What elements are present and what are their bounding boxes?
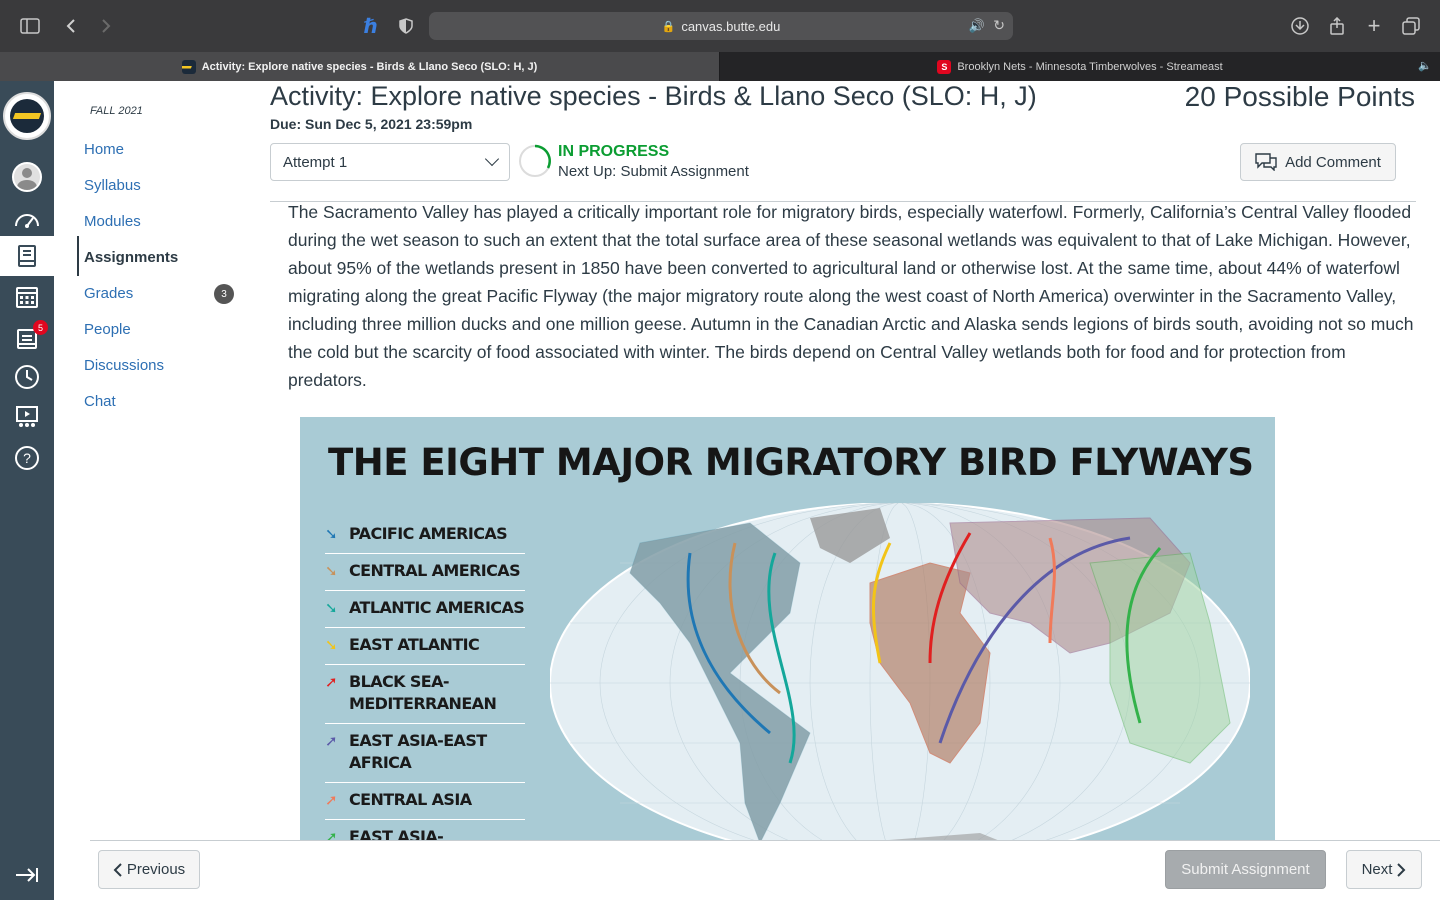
studio-icon[interactable] <box>0 397 54 437</box>
legend-item-black-sea-mediterranean: ➚ BLACK SEA- MEDITERRANEAN <box>325 665 525 724</box>
course-nav-modules[interactable]: Modules <box>84 213 141 230</box>
course-nav-home[interactable]: Home <box>84 141 124 158</box>
assignment-title: Activity: Explore native species - Birds… <box>270 81 1037 111</box>
due-date: Due: Sun Dec 5, 2021 23:59pm <box>270 116 473 132</box>
next-button[interactable]: Next <box>1346 850 1422 889</box>
arrow-icon: ➚ <box>325 791 338 809</box>
grades-badge: 3 <box>214 284 234 304</box>
legend-item-central-asia: ➚ CENTRAL ASIA <box>325 783 525 820</box>
submission-status: IN PROGRESS <box>558 143 670 160</box>
course-navigation: FALL 2021 Home Syllabus Modules Assignme… <box>54 81 254 841</box>
history-icon[interactable] <box>0 357 54 397</box>
attempt-select-value: Attempt 1 <box>283 153 348 171</box>
tab-overview-icon[interactable] <box>1397 12 1425 40</box>
help-icon[interactable]: ? <box>0 438 54 478</box>
chevron-right-icon <box>1397 862 1406 877</box>
legend-label: EAST ASIA-EAST AFRICA <box>349 731 487 772</box>
arrow-icon: ➘ <box>325 599 338 617</box>
next-up-text: Next Up: Submit Assignment <box>558 163 749 180</box>
add-comment-label: Add Comment <box>1285 153 1381 171</box>
courses-icon[interactable] <box>0 236 54 276</box>
inbox-badge: 5 <box>33 320 48 335</box>
flyway-legend: ➘ PACIFIC AMERICAS ➘ CENTRAL AMERICAS ➘ ATL… <box>325 517 525 841</box>
chevron-down-icon <box>484 151 500 167</box>
legend-label: CENTRAL AMERICAS <box>349 561 521 580</box>
possible-points: 20 Possible Points <box>1184 81 1415 112</box>
chevron-left-icon <box>113 862 122 877</box>
collapse-nav-icon[interactable] <box>0 855 54 895</box>
tab-title: Activity: Explore native species - Birds… <box>201 60 538 73</box>
url-text: canvas.butte.edu <box>681 18 781 34</box>
butte-college-logo[interactable] <box>3 92 51 140</box>
inbox-icon[interactable]: 5 <box>0 318 54 358</box>
legend-label: BLACK SEA- MEDITERRANEAN <box>349 672 497 713</box>
tab-title: Brooklyn Nets - Minnesota Timberwolves -… <box>957 60 1223 73</box>
legend-item-east-atlantic: ➘ EAST ATLANTIC <box>325 628 525 665</box>
downloads-icon[interactable] <box>1286 12 1314 40</box>
tab-bar: Activity: Explore native species - Birds… <box>0 52 1440 81</box>
legend-item-east-asia-east-africa: ➚ EAST ASIA-EAST AFRICA <box>325 724 525 783</box>
address-bar[interactable]: 🔒 canvas.butte.edu 🔊 ↻ <box>429 12 1013 40</box>
legend-item-atlantic-americas: ➘ ATLANTIC AMERICAS <box>325 591 525 628</box>
flyways-figure: THE EIGHT MAJOR MIGRATORY BIRD FLYWAYS ➘… <box>300 417 1275 841</box>
forward-icon[interactable] <box>92 12 120 40</box>
term-label: FALL 2021 <box>90 105 143 117</box>
course-nav-chat[interactable]: Chat <box>84 393 116 410</box>
figure-title: THE EIGHT MAJOR MIGRATORY BIRD FLYWAYS <box>328 441 1254 484</box>
dashboard-icon[interactable] <box>0 199 54 239</box>
course-nav-discussions[interactable]: Discussions <box>84 357 164 374</box>
legend-item-central-americas: ➘ CENTRAL AMERICAS <box>325 554 525 591</box>
legend-item-east-asia-australasia: ➚ EAST ASIA-AUSTRALASIA <box>325 820 525 841</box>
tab-audio-icon[interactable]: 🔈 <box>1418 59 1432 72</box>
previous-label: Previous <box>126 861 186 878</box>
assignment-content: Activity: Explore native species - Birds… <box>254 81 1440 841</box>
world-flyway-map <box>550 503 1250 841</box>
privacy-shield-icon[interactable] <box>392 12 420 40</box>
active-indicator <box>77 236 79 276</box>
streameast-favicon-icon: S <box>937 59 952 74</box>
share-icon[interactable] <box>1323 12 1351 40</box>
assignment-description: The Sacramento Valley has played a criti… <box>288 202 1414 390</box>
progress-ring-icon <box>519 144 551 177</box>
arrow-icon: ➚ <box>325 673 338 691</box>
attempt-select[interactable]: Attempt 1 <box>270 143 510 181</box>
course-nav-syllabus[interactable]: Syllabus <box>84 177 141 194</box>
add-comment-button[interactable]: Add Comment <box>1240 143 1396 181</box>
previous-button[interactable]: Previous <box>98 850 200 889</box>
arrow-icon: ➘ <box>325 636 338 654</box>
course-nav-assignments[interactable]: Assignments <box>84 249 178 266</box>
reload-icon[interactable]: ↻ <box>993 17 1005 34</box>
lock-icon: 🔒 <box>661 20 676 33</box>
tab-streameast[interactable]: S Brooklyn Nets - Minnesota Timberwolves… <box>720 52 1440 81</box>
browser-toolbar: ℏ 🔒 canvas.butte.edu 🔊 ↻ + <box>0 0 1440 52</box>
legend-label: PACIFIC AMERICAS <box>349 524 508 543</box>
comment-icon <box>1255 153 1277 171</box>
assignment-footer: Previous Submit Assignment Next <box>90 840 1440 900</box>
new-tab-icon[interactable]: + <box>1360 12 1388 40</box>
butte-favicon-icon <box>181 59 196 74</box>
submit-label: Submit Assignment <box>1181 861 1310 878</box>
extension-h-icon[interactable]: ℏ <box>357 12 385 40</box>
global-navigation: 5 ? <box>0 81 54 900</box>
account-icon[interactable] <box>0 157 54 197</box>
submit-assignment-button[interactable]: Submit Assignment <box>1165 850 1326 889</box>
legend-label: EAST ATLANTIC <box>349 635 480 654</box>
legend-label: EAST ASIA-AUSTRALASIA <box>349 827 444 841</box>
next-label: Next <box>1361 861 1393 878</box>
legend-item-pacific-americas: ➘ PACIFIC AMERICAS <box>325 517 525 554</box>
sidebar-toggle-icon[interactable] <box>16 12 44 40</box>
course-nav-people[interactable]: People <box>84 321 131 338</box>
arrow-icon: ➘ <box>325 562 338 580</box>
back-icon[interactable] <box>57 12 85 40</box>
arrow-icon: ➘ <box>325 525 338 543</box>
arrow-icon: ➚ <box>325 828 338 841</box>
calendar-icon[interactable] <box>0 277 54 317</box>
svg-text:?: ? <box>23 450 31 466</box>
tab-assignment[interactable]: Activity: Explore native species - Birds… <box>0 52 720 81</box>
audio-playing-icon[interactable]: 🔊 <box>969 18 985 34</box>
legend-label: ATLANTIC AMERICAS <box>349 598 525 617</box>
legend-label: CENTRAL ASIA <box>349 790 472 809</box>
arrow-icon: ➚ <box>325 732 338 750</box>
course-nav-grades[interactable]: Grades <box>84 285 133 302</box>
